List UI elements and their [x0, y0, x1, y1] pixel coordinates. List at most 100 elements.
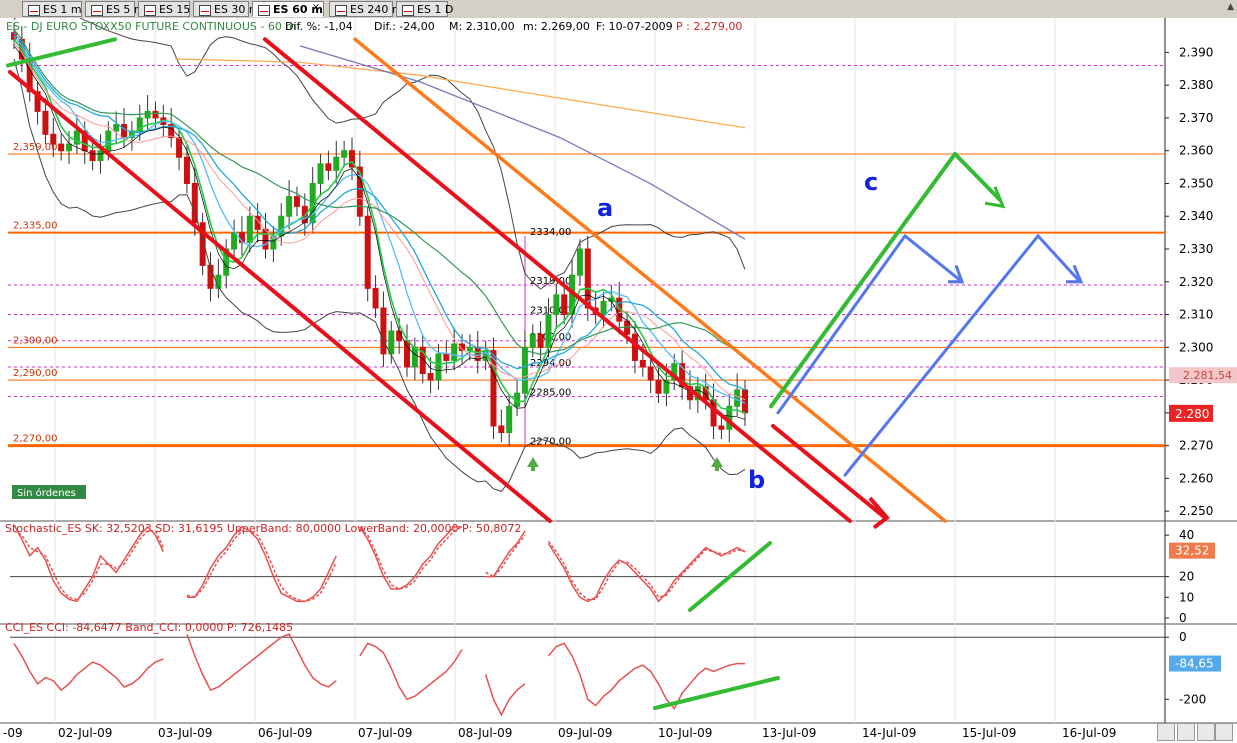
level-label: 2,335,00 [13, 221, 58, 232]
info-text: F: 10-07-2009 [596, 20, 673, 33]
y-tick-label: 2.360 [1179, 144, 1213, 158]
y-tick-label: 2.270 [1179, 439, 1213, 453]
candle-body [576, 248, 583, 276]
timeframe-tabbar: ES 1 m ES 5 m ES 15 m ES 30 m ES 60 m × ES 240… [0, 0, 1237, 19]
y-tick-label: 2.320 [1179, 275, 1213, 289]
close-tab-icon[interactable]: × [310, 2, 322, 14]
chart-settings-icon[interactable] [1157, 723, 1175, 741]
candle-body [97, 150, 104, 162]
tab-label: ES 1 D [417, 3, 454, 16]
chart-tab-icon [144, 5, 156, 16]
candle-body [89, 150, 96, 162]
chart-tab-icon [402, 5, 414, 16]
y-tick-label: 40 [1179, 528, 1194, 542]
x-tick-label: 10-Jul-09 [658, 726, 712, 740]
save-icon[interactable] [1177, 723, 1195, 741]
candle-body [404, 340, 411, 368]
candle-body [451, 343, 458, 361]
y-tick-label: 2.260 [1179, 471, 1213, 485]
y-tick-label: 0 [1179, 630, 1187, 644]
tab-es-1-d[interactable]: ES 1 D [396, 1, 453, 17]
info-text: M: 2.310,00 [449, 20, 515, 33]
y-tick-label: 2.310 [1179, 308, 1213, 322]
candle-body [521, 346, 528, 394]
candle-body [553, 294, 560, 316]
y-tick-label: 20 [1179, 570, 1194, 584]
candle-body [427, 373, 434, 381]
level-label: 2,290,00 [13, 368, 58, 379]
candle-body [293, 196, 300, 207]
info-text: ES - DJ EURO STOXX50 FUTURE CONTINUOUS -… [6, 20, 296, 33]
candle-body [183, 156, 190, 184]
tab-es-1-m[interactable]: ES 1 m [22, 1, 82, 17]
candle-body [317, 163, 324, 184]
candle-body [176, 137, 183, 158]
chart-tab-icon [91, 5, 103, 16]
candle-body [144, 110, 151, 119]
annotation-c: c [864, 168, 878, 196]
cci-badge-text: -84,65 [1175, 657, 1214, 671]
candle-body [624, 320, 631, 335]
annotation-b: b [748, 466, 765, 494]
tab-es-5-m[interactable]: ES 5 m [85, 1, 145, 17]
y-tick-label: 2.250 [1179, 504, 1213, 518]
candle-body [639, 359, 646, 368]
fib-label: 2285,00 [530, 387, 571, 398]
candle-body [435, 353, 442, 381]
up-arrow-icon [715, 466, 719, 472]
tab-es-240-m[interactable]: ES 240 m [329, 1, 403, 17]
y-tick-label: 2.380 [1179, 78, 1213, 92]
x-tick-label: 09-Jul-09 [558, 726, 612, 740]
x-tick-label: -09 [3, 726, 23, 740]
tab-es-15-m[interactable]: ES 15 m [138, 1, 205, 17]
candle-body [105, 130, 112, 152]
x-tick-label: 06-Jul-09 [258, 726, 312, 740]
x-tick-label: 02-Jul-09 [58, 726, 112, 740]
up-arrow-icon [531, 466, 535, 472]
candle-body [466, 346, 473, 352]
candle-body [655, 379, 662, 394]
candle-body [364, 215, 371, 289]
x-tick-label: 08-Jul-09 [458, 726, 512, 740]
tab-label: ES 240 m [350, 3, 403, 16]
scroll-up-icon[interactable]: ▲ [1227, 2, 1234, 12]
candle-body [718, 425, 725, 430]
candle-body [66, 143, 73, 152]
fib-label: 2334,00 [530, 227, 571, 238]
candle-body [537, 333, 544, 348]
tab-es-30-m[interactable]: ES 30 m [193, 1, 260, 17]
x-tick-label: 16-Jul-09 [1062, 726, 1116, 740]
candle-body [411, 346, 418, 368]
candle-body [584, 248, 591, 309]
annotation-a: a [597, 194, 613, 222]
x-tick-label: 15-Jul-09 [962, 726, 1016, 740]
stoch-badge-text: 32,52 [1175, 544, 1209, 558]
grid-icon[interactable] [1215, 723, 1233, 741]
candle-body [742, 389, 748, 414]
stoch-title: Stochastic_ES SK: 32,5203 SD: 31,6195 Up… [5, 522, 521, 535]
chart-tab-icon [199, 5, 211, 16]
y-tick-label: 2.330 [1179, 242, 1213, 256]
chart-tab-icon [335, 5, 347, 16]
last-price-text: 2.280 [1175, 407, 1209, 421]
info-text: Dif. %: -1,04 [285, 20, 353, 33]
candle-body [663, 379, 670, 394]
prev-price-text: 2.281,54 [1183, 369, 1232, 382]
print-icon[interactable] [1197, 723, 1215, 741]
candle-body [246, 215, 253, 243]
level-label: 2,270,00 [13, 434, 58, 445]
y-tick-label: 10 [1179, 590, 1194, 604]
candle-body [325, 163, 332, 171]
cci-title: CCI_ES CCI: -84,6477 Band_CCI: 0,0000 P:… [5, 621, 293, 634]
x-tick-label: 13-Jul-09 [762, 726, 816, 740]
chart-tab-icon [28, 5, 40, 16]
chart-canvas[interactable]: 2.390 2.380 2.370 2.360 2.350 2.340 2.330 2.320… [0, 18, 1237, 743]
y-tick-label: 0 [1179, 611, 1187, 625]
y-tick-label: 2.340 [1179, 209, 1213, 223]
candle-body [231, 232, 238, 250]
candle-body [372, 287, 379, 309]
tab-label: ES 1 m [43, 3, 82, 16]
candle-body [121, 123, 128, 139]
candle-body [529, 333, 536, 348]
orders-label: Sin órdenes [17, 487, 76, 499]
